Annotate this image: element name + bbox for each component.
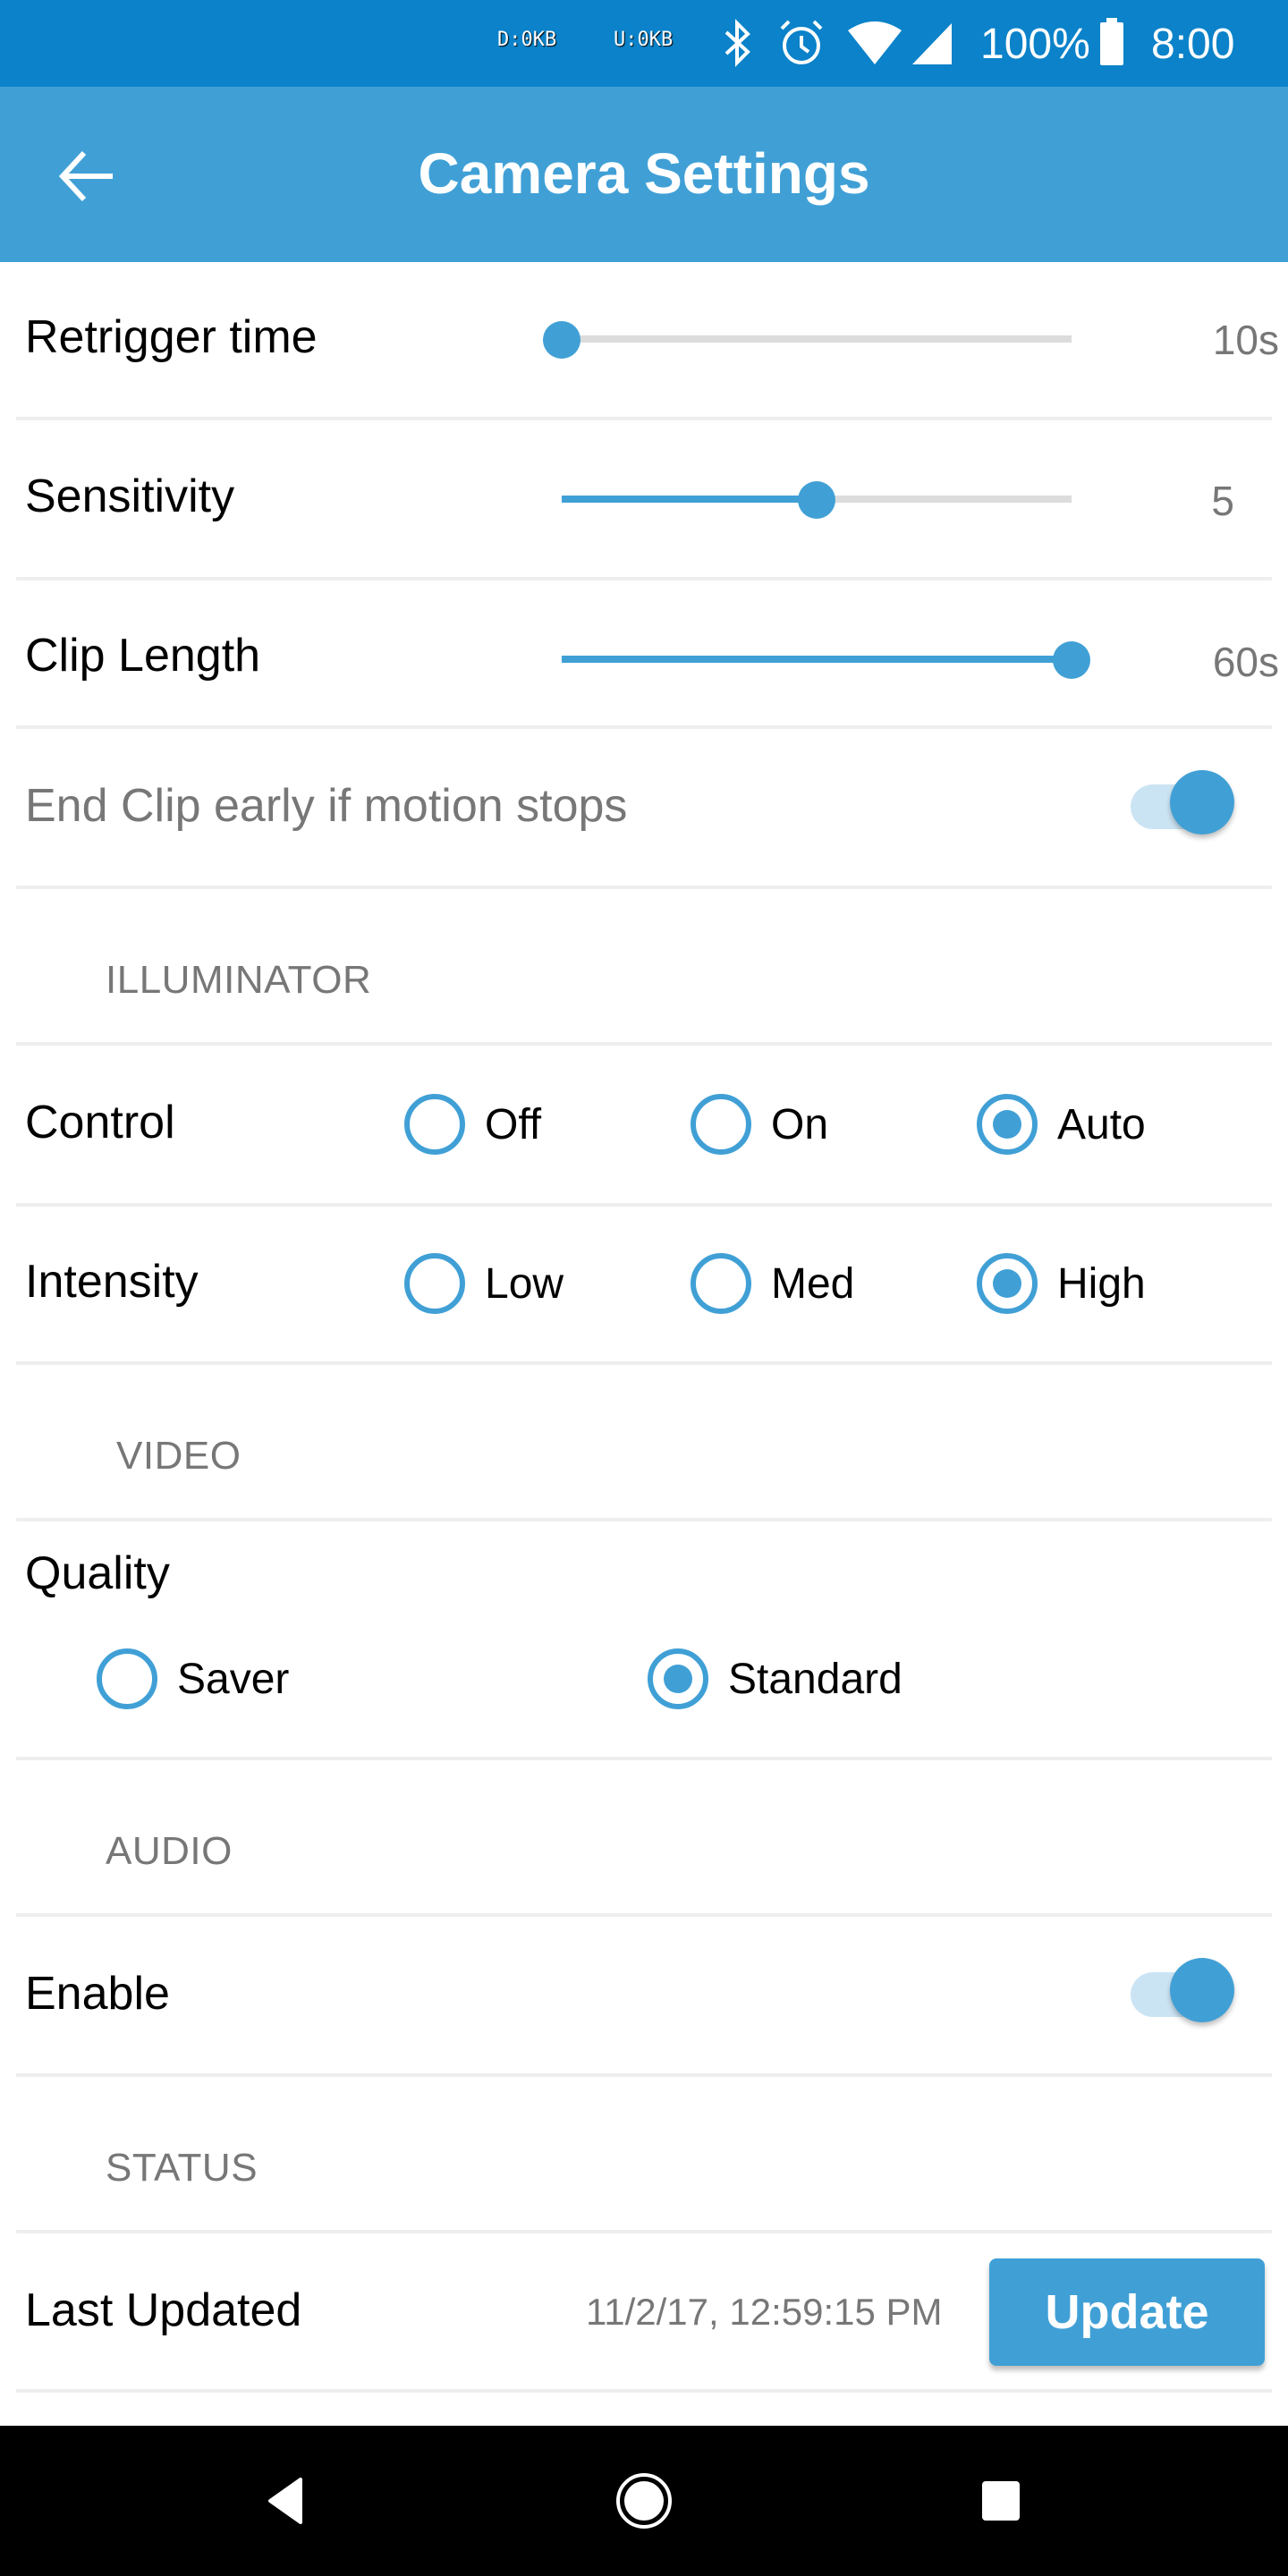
retrigger-slider[interactable] — [543, 321, 1072, 359]
radio-intensity-high[interactable]: High — [977, 1253, 1146, 1314]
sensitivity-label: Sensitivity — [25, 470, 235, 522]
radio-label: Standard — [728, 1655, 902, 1703]
radio-circle — [977, 1253, 1038, 1314]
battery-percent: 100% — [980, 21, 1090, 68]
upload-indicator: U:0KB — [614, 29, 674, 51]
radio-circle — [691, 1253, 751, 1314]
status-bar: D:0KB U:0KB 100% 8:00 — [0, 0, 1288, 87]
radio-quality-standard[interactable]: Standard — [648, 1648, 902, 1709]
divider — [16, 2230, 1272, 2233]
slider-track — [562, 335, 1072, 343]
radio-control-auto[interactable]: Auto — [977, 1094, 1146, 1155]
divider — [16, 1361, 1272, 1365]
radio-circle — [648, 1648, 708, 1709]
signal-icon — [912, 23, 952, 64]
divider — [16, 1042, 1272, 1046]
radio-intensity-med[interactable]: Med — [691, 1253, 854, 1314]
slider-thumb[interactable] — [543, 321, 580, 359]
system-nav-bar — [0, 2426, 1288, 2576]
radio-label: Saver — [177, 1655, 290, 1703]
quality-label: Quality — [25, 1547, 170, 1599]
radio-dot — [993, 1269, 1021, 1298]
audio-enable-label: Enable — [25, 1968, 170, 2020]
divider — [16, 1518, 1272, 1521]
clock: 8:00 — [1151, 21, 1235, 68]
bluetooth-icon — [724, 19, 750, 67]
slider-thumb[interactable] — [1053, 641, 1090, 679]
clip-length-value: 60s — [1212, 639, 1279, 685]
section-title-audio: AUDIO — [106, 1829, 233, 1873]
audio-enable-toggle[interactable] — [1131, 1951, 1238, 2022]
divider — [16, 1757, 1272, 1760]
nav-recents-icon[interactable] — [980, 2479, 1021, 2522]
radio-label: High — [1057, 1259, 1146, 1308]
download-indicator: D:0KB — [497, 29, 557, 51]
update-button[interactable]: Update — [989, 2258, 1265, 2366]
sensitivity-slider[interactable] — [562, 481, 1072, 519]
slider-fill — [562, 656, 1072, 663]
section-title-illuminator: ILLUMINATOR — [106, 958, 372, 1002]
toggle-thumb — [1170, 1958, 1234, 2022]
nav-home-icon[interactable] — [614, 2470, 674, 2531]
divider — [16, 886, 1272, 889]
radio-dot — [664, 1665, 692, 1693]
last-updated-label: Last Updated — [25, 2284, 302, 2336]
clip-length-label: Clip Length — [25, 630, 261, 682]
radio-label: Off — [485, 1100, 542, 1148]
control-label: Control — [25, 1097, 175, 1148]
section-title-video: VIDEO — [116, 1434, 242, 1478]
divider — [16, 725, 1272, 729]
nav-back-icon[interactable] — [265, 2476, 304, 2526]
radio-control-off[interactable]: Off — [404, 1094, 541, 1155]
toggle-thumb — [1170, 770, 1234, 835]
radio-label: On — [771, 1100, 829, 1148]
divider — [16, 2073, 1272, 2077]
divider — [16, 2389, 1272, 2393]
retrigger-label: Retrigger time — [25, 311, 318, 363]
slider-thumb[interactable] — [798, 481, 835, 519]
end-clip-toggle[interactable] — [1131, 763, 1238, 835]
sensitivity-value: 5 — [1211, 478, 1234, 524]
divider — [16, 1913, 1272, 1917]
intensity-label: Intensity — [25, 1256, 199, 1308]
slider-fill — [562, 496, 817, 503]
last-updated-timestamp: 11/2/17, 12:59:15 PM — [586, 2291, 943, 2333]
radio-label: Med — [771, 1259, 855, 1308]
divider — [16, 1203, 1272, 1207]
retrigger-value: 10s — [1212, 317, 1279, 363]
radio-circle — [691, 1094, 751, 1155]
end-clip-label: End Clip early if motion stops — [25, 780, 628, 832]
battery-icon — [1100, 18, 1123, 65]
radio-circle — [404, 1253, 465, 1314]
clip-length-slider[interactable] — [562, 641, 1090, 679]
radio-label: Low — [485, 1259, 564, 1308]
radio-dot — [993, 1110, 1021, 1139]
radio-circle — [97, 1648, 157, 1709]
divider — [16, 577, 1272, 580]
radio-circle — [977, 1094, 1038, 1155]
radio-intensity-low[interactable]: Low — [404, 1253, 564, 1314]
section-title-status: STATUS — [106, 2146, 258, 2190]
page-title: Camera Settings — [418, 141, 870, 206]
radio-circle — [404, 1094, 465, 1155]
radio-control-on[interactable]: On — [691, 1094, 828, 1155]
radio-quality-saver[interactable]: Saver — [97, 1648, 289, 1709]
app-bar: Camera Settings — [0, 87, 1288, 262]
divider — [16, 417, 1272, 420]
alarm-icon — [780, 20, 823, 64]
wifi-icon — [848, 21, 902, 64]
radio-label: Auto — [1057, 1100, 1146, 1148]
